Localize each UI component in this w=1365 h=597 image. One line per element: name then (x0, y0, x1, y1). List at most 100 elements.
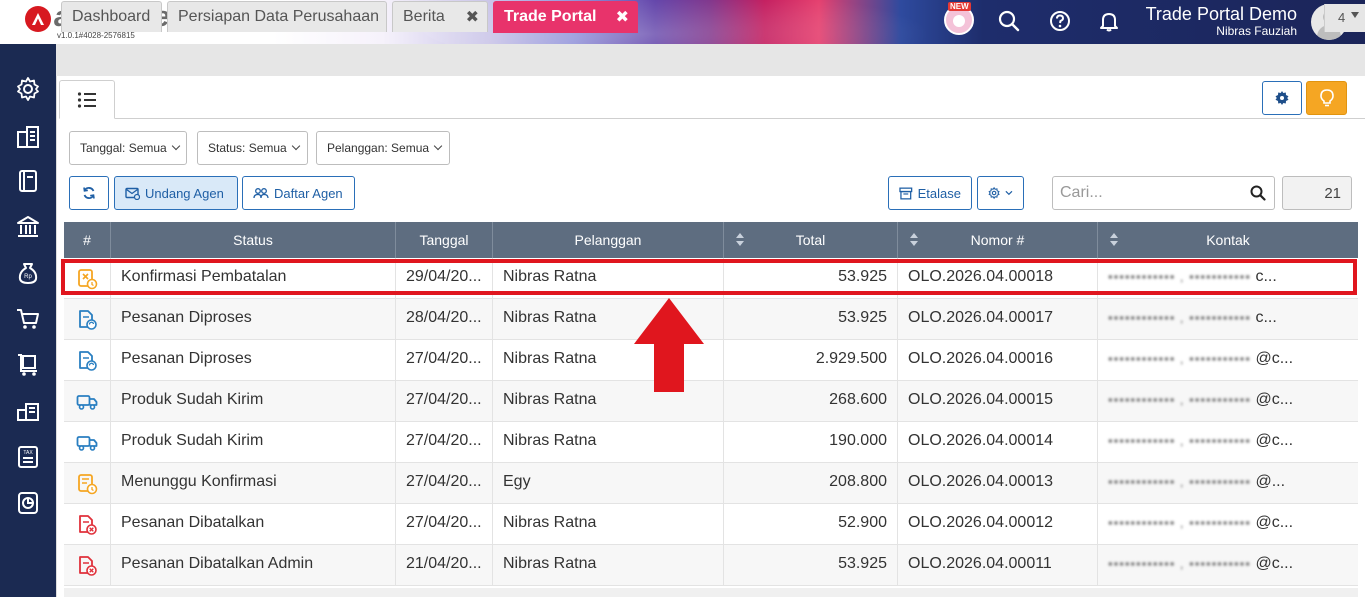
users-icon (253, 187, 269, 198)
tab-trade-portal[interactable]: Trade Portal ✖ (493, 1, 638, 33)
column-header-total-label: Total (795, 232, 826, 248)
column-header-status[interactable]: Status (111, 222, 396, 258)
settings-dropdown-button[interactable] (977, 176, 1024, 210)
column-header-kontak-label: Kontak (1206, 232, 1250, 248)
envelope-icon (125, 187, 140, 200)
sidebar-bank-icon[interactable] (13, 212, 43, 242)
company-name[interactable]: Trade Portal Demo (1146, 4, 1297, 25)
sort-icon[interactable] (910, 233, 918, 247)
divider (59, 118, 1365, 119)
table-row[interactable]: Pesanan Dibatalkan 27/04/20... Nibras Ratn… (64, 504, 1358, 545)
cell-total: 53.925 (724, 545, 898, 586)
tab-overflow-dropdown[interactable]: 4 (1324, 4, 1365, 32)
cell-total: 190.000 (724, 422, 898, 463)
cell-tanggal: 27/04/20... (396, 504, 493, 545)
table-row[interactable]: Pesanan Dibatalkan Admin 21/04/20... Nibra… (64, 545, 1358, 586)
undang-agen-label: Undang Agen (145, 185, 224, 201)
cell-tanggal: 27/04/20... (396, 463, 493, 504)
order-process-icon (64, 340, 111, 381)
table-row[interactable]: Pesanan Diproses 27/04/20... Nibras Ratna 2… (64, 340, 1358, 381)
cell-pelanggan: Nibras Ratna (493, 340, 724, 381)
app-version: v1.0.1#4028-2576815 (57, 31, 135, 40)
lightbulb-icon (1319, 89, 1334, 107)
cancel-confirm-icon (64, 258, 111, 299)
column-header-tanggal[interactable]: Tanggal (396, 222, 493, 258)
column-header-nomor[interactable]: Nomor # (898, 222, 1098, 258)
undang-agen-button[interactable]: Undang Agen (114, 176, 238, 210)
sort-icon[interactable] (736, 233, 744, 247)
chevron-down-icon (171, 141, 180, 151)
filter-pelanggan-label: Pelanggan: Semua (327, 141, 430, 155)
cell-total: 52.900 (724, 504, 898, 545)
sidebar-purchase-icon[interactable] (13, 350, 43, 380)
cell-nomor: OLO.2026.04.00018 (898, 258, 1098, 299)
redacted-contact: ▪▪▪▪▪▪▪▪▪▪▪▪ , ▪▪▪▪▪▪▪▪▪▪▪ (1108, 351, 1256, 366)
daftar-agen-button[interactable]: Daftar Agen (242, 176, 355, 210)
etalase-label: Etalase (917, 185, 961, 201)
cell-total: 208.800 (724, 463, 898, 504)
tips-button[interactable] (1306, 81, 1347, 115)
cell-pelanggan: Nibras Ratna (493, 422, 724, 463)
sort-icon[interactable] (1110, 233, 1118, 247)
notification-bell-icon[interactable] (1098, 10, 1120, 32)
cell-status: Konfirmasi Pembatalan (111, 258, 396, 299)
cell-kontak: ▪▪▪▪▪▪▪▪▪▪▪▪ , ▪▪▪▪▪▪▪▪▪▪▪ c... (1098, 299, 1358, 340)
table-row[interactable]: Produk Sudah Kirim 27/04/20... Nibras Ratn… (64, 422, 1358, 463)
column-header-pelanggan[interactable]: Pelanggan (493, 222, 724, 258)
list-view-tab[interactable] (59, 80, 115, 119)
close-tab-icon[interactable]: ✖ (466, 7, 479, 27)
redacted-contact: ▪▪▪▪▪▪▪▪▪▪▪▪ , ▪▪▪▪▪▪▪▪▪▪▪ (1108, 310, 1256, 325)
filter-status[interactable]: Status: Semua (197, 131, 308, 165)
sidebar-ledger-icon[interactable] (13, 166, 43, 196)
search-icon[interactable] (1250, 185, 1266, 201)
sidebar-report-icon[interactable] (13, 488, 43, 518)
table-row[interactable]: Menunggu Konfirmasi 27/04/20... Egy 208.800… (64, 463, 1358, 504)
search-icon[interactable] (998, 10, 1020, 32)
etalase-button[interactable]: Etalase (888, 176, 972, 210)
mascot-icon (953, 15, 965, 27)
column-header-total[interactable]: Total (724, 222, 898, 258)
close-tab-icon[interactable]: ✖ (616, 7, 629, 27)
sidebar-tax-icon[interactable]: TAX (13, 442, 43, 472)
order-cancelled-icon (64, 504, 111, 545)
table-row[interactable]: Produk Sudah Kirim 27/04/20... Nibras Ratn… (64, 381, 1358, 422)
tab-persiapan-data[interactable]: Persiapan Data Perusahaan (167, 1, 387, 32)
search-input[interactable] (1054, 178, 1244, 208)
column-header-kontak[interactable]: Kontak (1098, 222, 1358, 258)
settings-button[interactable] (1262, 81, 1302, 115)
horizontal-scrollbar[interactable] (64, 588, 1358, 597)
sidebar-inventory-icon[interactable] (13, 396, 43, 426)
cell-tanggal: 27/04/20... (396, 340, 493, 381)
svg-text:Rp: Rp (24, 274, 32, 280)
sidebar-money-bag-icon[interactable]: Rp (13, 258, 43, 288)
cell-pelanggan: Nibras Ratna (493, 381, 724, 422)
filter-pelanggan[interactable]: Pelanggan: Semua (316, 131, 450, 165)
user-name[interactable]: Nibras Fauziah (1216, 24, 1297, 38)
chevron-down-icon (1005, 190, 1013, 196)
whats-new-button[interactable]: NEW (944, 2, 974, 35)
refresh-icon (83, 187, 95, 199)
contact-tail: @c... (1255, 432, 1294, 449)
tab-dashboard[interactable]: Dashboard (61, 1, 162, 32)
help-icon[interactable] (1049, 10, 1071, 32)
cell-pelanggan: Nibras Ratna (493, 258, 724, 299)
refresh-button[interactable] (69, 176, 109, 210)
sidebar-cart-icon[interactable] (13, 304, 43, 334)
redacted-contact: ▪▪▪▪▪▪▪▪▪▪▪▪ , ▪▪▪▪▪▪▪▪▪▪▪ (1108, 392, 1256, 407)
sidebar-company-icon[interactable] (13, 122, 43, 152)
tab-berita[interactable]: Berita ✖ (392, 1, 488, 32)
accurate-logo-icon[interactable] (25, 6, 51, 32)
sidebar-settings-icon[interactable] (13, 74, 43, 104)
column-header-no[interactable]: # (64, 222, 111, 258)
chevron-down-icon (1351, 12, 1359, 18)
cell-tanggal: 29/04/20... (396, 258, 493, 299)
daftar-agen-label: Daftar Agen (274, 185, 343, 201)
cell-status: Pesanan Dibatalkan (111, 504, 396, 545)
table-row[interactable]: Konfirmasi Pembatalan 29/04/20... Nibras R… (64, 258, 1358, 299)
filter-tanggal[interactable]: Tanggal: Semua (69, 131, 187, 165)
table-row[interactable]: Pesanan Diproses 28/04/20... Nibras Ratna 5… (64, 299, 1358, 340)
tab-label: Dashboard (72, 8, 151, 25)
tab-bar (56, 44, 1365, 76)
sidebar: Rp TAX (0, 44, 56, 597)
cell-pelanggan: Egy (493, 463, 724, 504)
